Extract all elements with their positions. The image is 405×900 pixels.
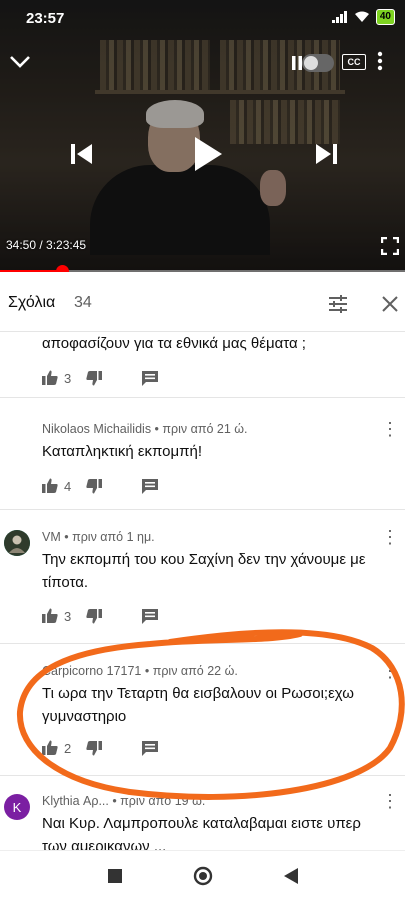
- avatar-letter: K: [12, 799, 22, 815]
- minimize-chevron-icon[interactable]: [8, 50, 32, 74]
- dislike-button[interactable]: [86, 608, 142, 624]
- dislike-button[interactable]: [86, 478, 142, 494]
- progress-fill: [0, 270, 62, 272]
- comment-text: Την εκπομπή του κου Σαχίνη δεν την χάνου…: [42, 551, 366, 591]
- dislike-button[interactable]: [86, 370, 142, 386]
- comment-more-icon[interactable]: ⋮: [381, 792, 399, 812]
- comment-actions: 4: [42, 476, 162, 496]
- progress-scrubber[interactable]: [55, 265, 69, 272]
- duration: 3:23:45: [46, 238, 87, 252]
- comment-more-icon[interactable]: ⋮: [381, 420, 399, 440]
- like-count: 3: [64, 370, 72, 386]
- thumbs-up-icon: [42, 608, 58, 623]
- comment-meta: VM • πριν από 1 ημ.: [42, 530, 155, 544]
- comments-count: 34: [74, 294, 92, 311]
- avatar[interactable]: K: [4, 794, 30, 820]
- comment-more-icon[interactable]: ⋮: [381, 662, 399, 682]
- dislike-button[interactable]: [86, 740, 142, 756]
- playback-time: 34:50 / 3:23:45: [6, 238, 86, 252]
- home-icon[interactable]: [192, 865, 214, 887]
- comment-meta: Klythia Αρ... • πριν από 19 ώ.: [42, 794, 206, 808]
- reply-icon: [142, 608, 158, 624]
- comment-meta: Carpicorno 17171 • πριν από 22 ώ.: [42, 664, 238, 678]
- thumbs-up-icon: [42, 370, 58, 385]
- reply-icon: [142, 740, 158, 756]
- reply-button[interactable]: [142, 478, 162, 494]
- back-icon[interactable]: [280, 865, 302, 887]
- like-button[interactable]: 3: [42, 370, 86, 386]
- avatar-letter: N: [12, 427, 22, 443]
- avatar[interactable]: [4, 530, 30, 556]
- reply-button[interactable]: [142, 608, 162, 624]
- system-nav-bar: [0, 850, 405, 900]
- comment-actions: 3: [42, 606, 162, 626]
- comments-header: Σχόλια 34: [0, 276, 405, 332]
- avatar-image: [4, 530, 30, 556]
- player-more-icon[interactable]: [368, 48, 392, 74]
- avatar[interactable]: C: [4, 664, 30, 690]
- recent-apps-icon[interactable]: [104, 865, 126, 887]
- like-count: 4: [64, 478, 72, 494]
- comment-actions: 3: [42, 368, 162, 388]
- status-icons: 40: [331, 9, 395, 25]
- like-count: 2: [64, 740, 72, 756]
- status-bar: 23:57 40: [0, 0, 405, 36]
- video-player[interactable]: 23:57 40 CC 34:50 / 3:23:45: [0, 0, 405, 272]
- comment-item: αποφασίζουν για τα εθνικά μας θέματα ; 3: [0, 332, 405, 398]
- comment-text: Καταπληκτική εκπομπή!: [42, 443, 203, 460]
- reply-icon: [142, 370, 158, 386]
- wifi-icon: [354, 11, 369, 22]
- comment-more-icon[interactable]: ⋮: [381, 528, 399, 548]
- like-button[interactable]: 2: [42, 740, 86, 756]
- battery-icon: 40: [375, 9, 395, 25]
- comment-text: Τι ωρα την Τεταρτη θα εισβαλουν οι Ρωσοι…: [42, 685, 354, 725]
- comment-item: C Carpicorno 17171 • πριν από 22 ώ. ⋮ Τι…: [0, 644, 405, 776]
- like-count: 3: [64, 608, 72, 624]
- avatar-letter: C: [12, 669, 22, 685]
- autoplay-toggle[interactable]: [302, 54, 334, 72]
- comment-text: αποφασίζουν για τα εθνικά μας θέματα ;: [42, 335, 306, 352]
- comment-actions: 2: [42, 738, 162, 758]
- close-icon[interactable]: [378, 292, 402, 316]
- thumbs-down-icon: [86, 479, 102, 494]
- current-time: 34:50: [6, 238, 37, 252]
- reply-button[interactable]: [142, 370, 162, 386]
- thumbs-up-icon: [42, 478, 58, 493]
- previous-icon[interactable]: [66, 138, 98, 170]
- status-time: 23:57: [26, 10, 65, 27]
- comment-text: Ναι Κυρ. Λαμπροπουλε καταλαβαμαι ειστε υ…: [42, 815, 361, 850]
- thumbs-down-icon: [86, 371, 102, 386]
- play-icon[interactable]: [188, 134, 228, 174]
- thumbs-up-icon: [42, 740, 58, 755]
- avatar[interactable]: N: [4, 422, 30, 448]
- thumbs-down-icon: [86, 741, 102, 756]
- time-separator: /: [36, 238, 47, 252]
- comment-meta: Nikolaos Michailidis • πριν από 21 ώ.: [42, 422, 248, 436]
- comment-item: VM • πριν από 1 ημ. ⋮ Την εκπομπή του κο…: [0, 510, 405, 644]
- next-icon[interactable]: [310, 138, 342, 170]
- reply-button[interactable]: [142, 740, 162, 756]
- comment-item: K Klythia Αρ... • πριν από 19 ώ. ⋮ Ναι Κ…: [0, 776, 405, 850]
- reply-icon: [142, 478, 158, 494]
- comment-item: N Nikolaos Michailidis • πριν από 21 ώ. …: [0, 398, 405, 510]
- thumbs-down-icon: [86, 609, 102, 624]
- signal-icon: [331, 11, 347, 23]
- comments-title: Σχόλια: [8, 294, 56, 311]
- fullscreen-icon[interactable]: [380, 236, 400, 256]
- like-button[interactable]: 4: [42, 478, 86, 494]
- captions-button[interactable]: CC: [342, 54, 366, 70]
- like-button[interactable]: 3: [42, 608, 86, 624]
- sort-filter-icon[interactable]: [326, 292, 350, 316]
